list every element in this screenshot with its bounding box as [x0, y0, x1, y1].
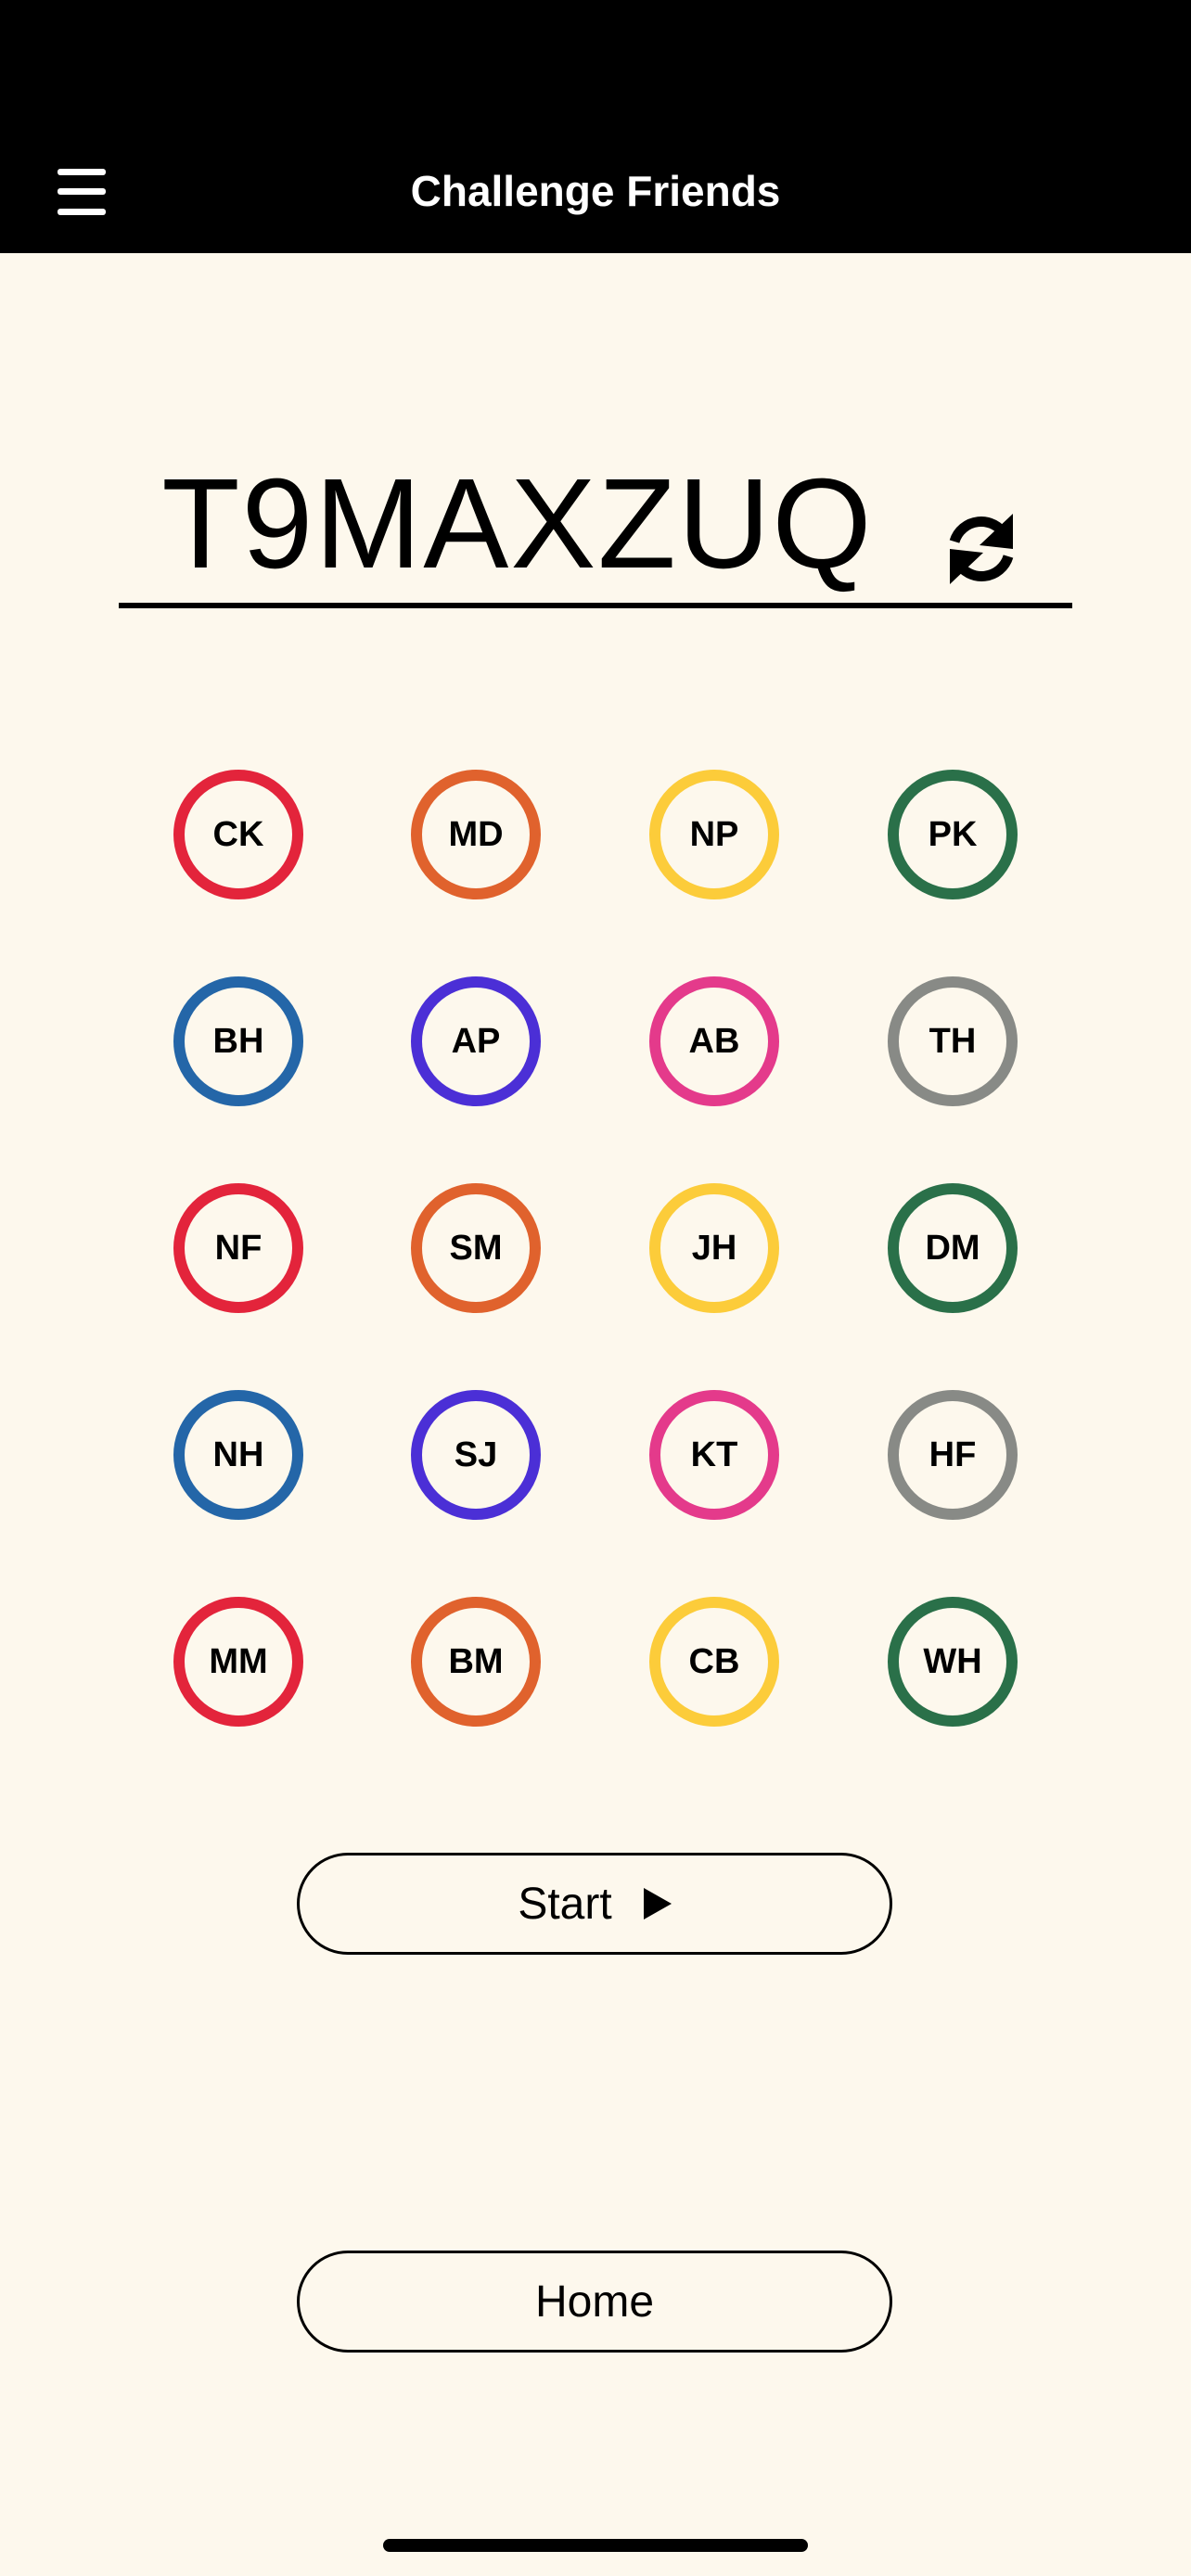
page-title: Challenge Friends [410, 167, 781, 215]
challenge-code-field: T9MAXZUQ [119, 436, 1072, 608]
challenge-code: T9MAXZUQ [161, 453, 874, 595]
home-button-label: Home [534, 2276, 655, 2327]
friend-avatar-mm[interactable]: MM [173, 1597, 303, 1727]
friend-avatar-dm[interactable]: DM [888, 1183, 1018, 1313]
friend-avatar-sj[interactable]: SJ [411, 1390, 541, 1520]
friend-avatar-pk[interactable]: PK [888, 770, 1018, 899]
friend-avatar-hf[interactable]: HF [888, 1390, 1018, 1520]
friend-avatar-np[interactable]: NP [649, 770, 779, 899]
friend-avatar-th[interactable]: TH [888, 976, 1018, 1106]
friend-avatar-sm[interactable]: SM [411, 1183, 541, 1313]
friend-avatar-ap[interactable]: AP [411, 976, 541, 1106]
friend-grid: CK MD NP PK BH AP AB TH NF SM JH DM NH SJ KT HF MM BM CB WH [0, 0, 1191, 2576]
friend-avatar-ck[interactable]: CK [173, 770, 303, 899]
friend-avatar-jh[interactable]: JH [649, 1183, 779, 1313]
friend-avatar-nf[interactable]: NF [173, 1183, 303, 1313]
friend-avatar-kt[interactable]: KT [649, 1390, 779, 1520]
header-bar: Challenge Friends [0, 0, 1191, 253]
friend-avatar-bh[interactable]: BH [173, 976, 303, 1106]
friend-avatar-md[interactable]: MD [411, 770, 541, 899]
friend-avatar-cb[interactable]: CB [649, 1597, 779, 1727]
friend-avatar-bm[interactable]: BM [411, 1597, 541, 1727]
friend-avatar-wh[interactable]: WH [888, 1597, 1018, 1727]
home-button[interactable]: Home [297, 2251, 892, 2353]
friend-avatar-ab[interactable]: AB [649, 976, 779, 1106]
home-indicator [383, 2539, 808, 2552]
start-button-label: Start [518, 1879, 612, 1929]
refresh-icon[interactable] [941, 508, 1022, 590]
play-icon [643, 1888, 672, 1919]
friend-avatar-nh[interactable]: NH [173, 1390, 303, 1520]
start-button[interactable]: Start [297, 1853, 892, 1955]
